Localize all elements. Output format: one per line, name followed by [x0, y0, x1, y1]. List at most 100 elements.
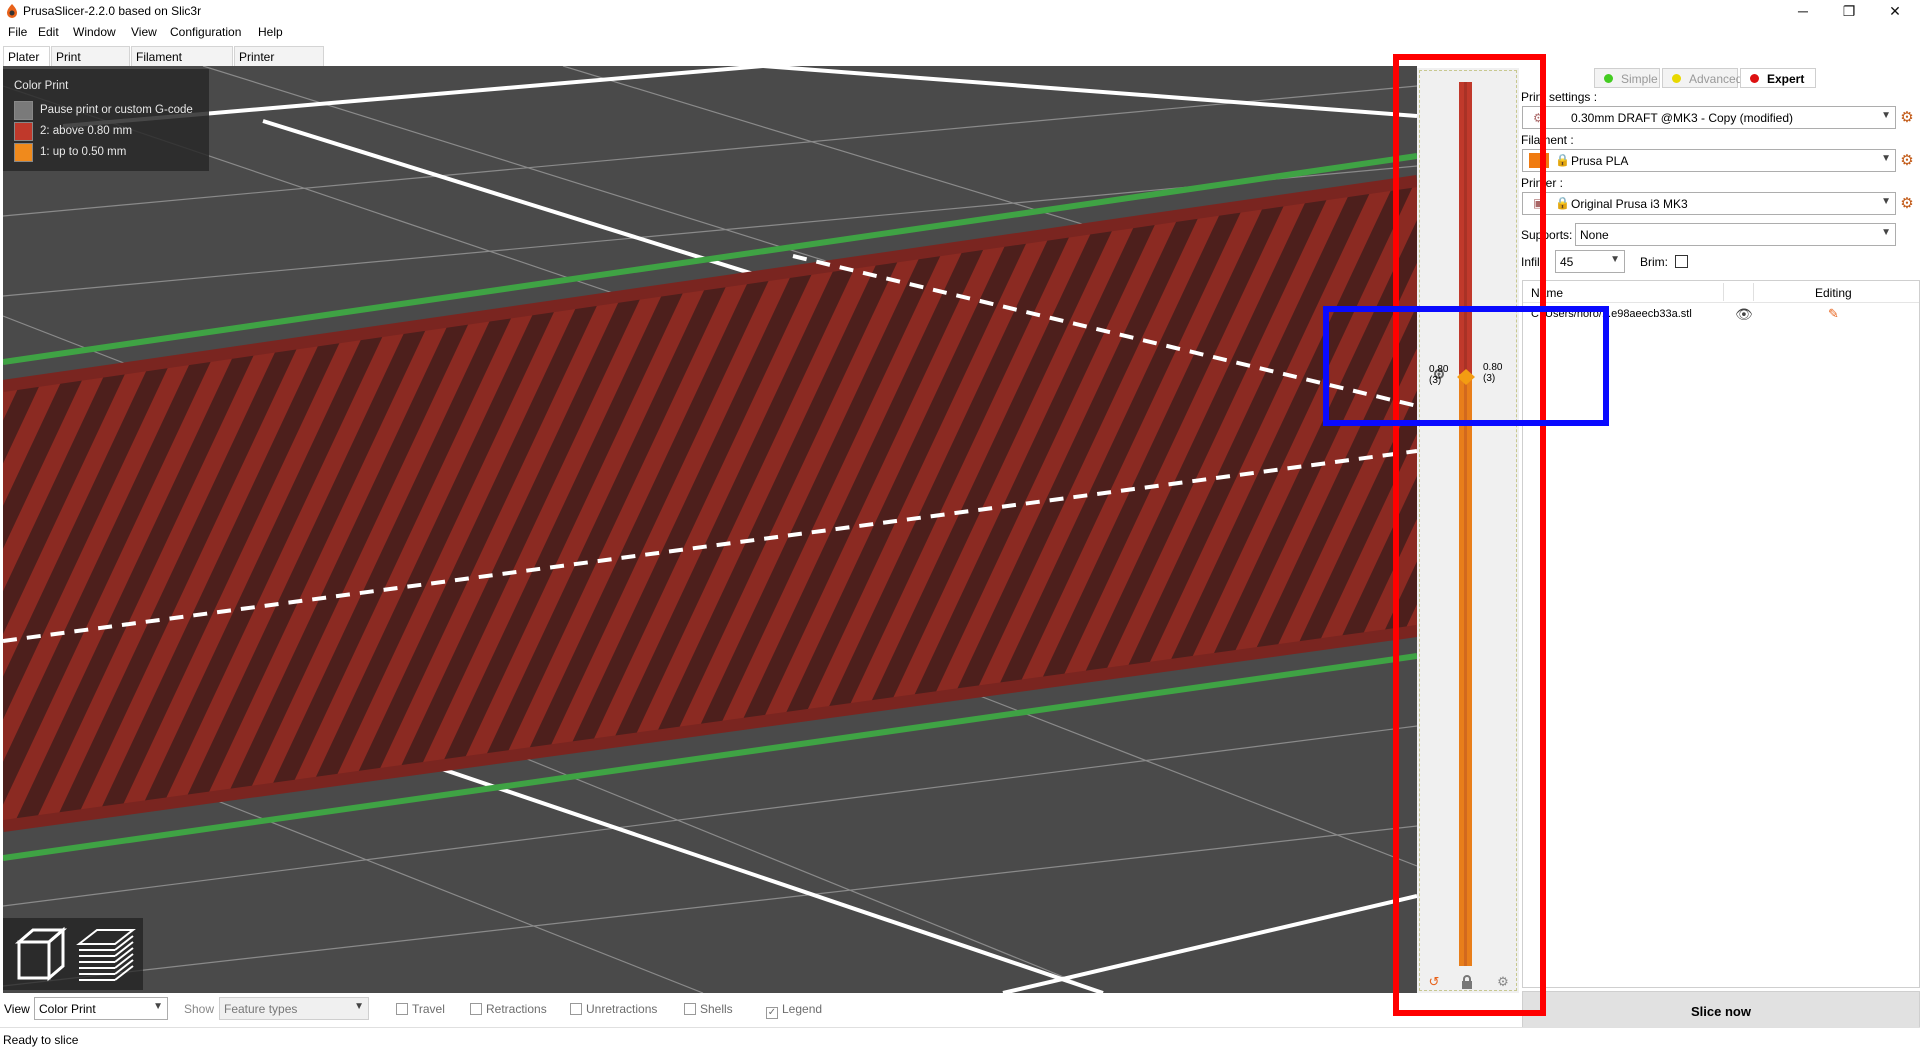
printer-combo[interactable]: ▣ 🔒 Original Prusa i3 MK3 ▼ [1522, 192, 1896, 215]
slider-lower-layer: (3) [1429, 375, 1442, 386]
mode-simple-dot [1604, 74, 1613, 83]
printer-gear-icon[interactable]: ⚙ [1899, 196, 1915, 212]
slider-upper-range-core [1464, 82, 1467, 374]
legend-checkbox[interactable]: ✓ Legend [766, 1002, 822, 1019]
lock-icon: 🔒 [1555, 196, 1570, 210]
3d-viewport[interactable]: Color Print Pause print or custom G-code… [3, 66, 1417, 993]
settings-cog-icon[interactable]: ⚙ [1495, 974, 1511, 990]
print-profile-icon: ⚙ [1533, 111, 1544, 125]
chevron-down-icon: ▼ [1881, 110, 1891, 121]
object-name: C:/Users/horo/...e98aeecb33a.stl [1531, 308, 1692, 320]
shells-label: Shells [700, 1002, 733, 1016]
supports-combo[interactable]: None ▼ [1575, 223, 1896, 246]
slider-upper-thumb[interactable] [1457, 369, 1475, 377]
menu-window[interactable]: Window [73, 25, 116, 39]
legend-toggle-label: Legend [782, 1002, 823, 1016]
chevron-down-icon: ▼ [1610, 254, 1620, 265]
mode-simple-button[interactable]: Simple [1594, 68, 1660, 88]
print-settings-gear-icon[interactable]: ⚙ [1899, 110, 1915, 126]
status-bar: Ready to slice [0, 1027, 1920, 1050]
legend-label: 2: above 0.80 mm [40, 125, 133, 137]
close-button[interactable]: ✕ [1872, 0, 1918, 22]
lock-icon[interactable] [1460, 975, 1474, 990]
object-list[interactable]: Name Editing C:/Users/horo/...e98aeecb33… [1522, 280, 1920, 988]
show-value: Feature types [224, 1002, 298, 1016]
legend-label: 1: up to 0.50 mm [40, 146, 127, 158]
travel-label: Travel [412, 1002, 445, 1016]
lock-icon: 🔒 [1555, 153, 1570, 167]
menu-help[interactable]: Help [258, 25, 283, 39]
printer-label: Printer : [1521, 176, 1564, 190]
tab-print-settings[interactable]: Print Settings [51, 46, 130, 78]
filament-combo[interactable]: 🔒 Prusa PLA ▼ [1522, 149, 1896, 172]
brim-label: Brim: [1640, 255, 1668, 269]
mode-simple-label: Simple [1621, 72, 1658, 86]
layers-view-icon[interactable] [75, 924, 137, 984]
edit-icon[interactable]: ✎ [1828, 306, 1839, 322]
tab-printer-settings[interactable]: Printer Settings [234, 46, 324, 78]
slider-lower-thumb[interactable] [1457, 377, 1475, 385]
checkbox-box [684, 1003, 696, 1015]
brim-checkbox[interactable] [1675, 255, 1688, 268]
restore-button[interactable]: ❐ [1826, 0, 1872, 22]
infill-value: 45 [1560, 255, 1574, 269]
show-combo[interactable]: Feature types ▼ [219, 997, 369, 1020]
column-divider [1753, 283, 1754, 301]
title-bar: PrusaSlicer-2.2.0 based on Slic3r ─ ❐ ✕ [0, 0, 1920, 22]
travel-checkbox[interactable]: Travel [396, 1002, 445, 1016]
show-label: Show [184, 1002, 215, 1016]
mode-expert-dot [1750, 74, 1759, 83]
column-name[interactable]: Name [1531, 286, 1563, 300]
chevron-down-icon: ▼ [1881, 227, 1891, 238]
checkbox-box [570, 1003, 582, 1015]
legend-swatch-red [14, 122, 33, 141]
right-sidebar: Simple Advanced Expert Print settings : … [1519, 66, 1920, 1046]
unretractions-label: Unretractions [586, 1002, 658, 1016]
mode-advanced-button[interactable]: Advanced [1662, 68, 1742, 88]
view-toolbar [3, 918, 143, 990]
shells-checkbox[interactable]: Shells [684, 1002, 733, 1016]
layer-slider[interactable]: 0.80 (3) 0.80 (3) ↺ ⚙ [1417, 68, 1519, 993]
mode-advanced-dot [1672, 74, 1681, 83]
bed-and-model-render [3, 66, 1417, 993]
slider-lower-range-core [1464, 374, 1467, 966]
retractions-label: Retractions [486, 1002, 547, 1016]
checkbox-box [396, 1003, 408, 1015]
minimize-button[interactable]: ─ [1780, 0, 1826, 22]
chevron-down-icon: ▼ [153, 1001, 163, 1012]
filament-color-swatch[interactable] [1529, 153, 1549, 168]
menu-bar: File Edit Window View Configuration Help [0, 22, 1920, 43]
infill-combo[interactable]: 45 ▼ [1555, 250, 1625, 273]
menu-file[interactable]: File [8, 25, 27, 39]
menu-edit[interactable]: Edit [38, 25, 59, 39]
mode-advanced-label: Advanced [1689, 72, 1743, 86]
filament-value: Prusa PLA [1571, 154, 1629, 168]
view-label: View [4, 1002, 30, 1016]
print-settings-combo[interactable]: ⚙ 0.30mm DRAFT @MK3 - Copy (modified) ▼ [1522, 106, 1896, 129]
chevron-down-icon: ▼ [1881, 153, 1891, 164]
filament-gear-icon[interactable]: ⚙ [1899, 153, 1915, 169]
column-editing[interactable]: Editing [1815, 286, 1852, 300]
revert-icon[interactable]: ↺ [1426, 974, 1442, 990]
print-settings-value: 0.30mm DRAFT @MK3 - Copy (modified) [1571, 111, 1794, 125]
view-combo[interactable]: Color Print ▼ [34, 997, 168, 1020]
tab-filament-settings[interactable]: Filament Settings [131, 46, 233, 78]
legend-title: Color Print [14, 80, 69, 92]
color-print-legend: Color Print Pause print or custom G-code… [3, 69, 209, 171]
eye-icon[interactable]: 👁 [1735, 306, 1753, 323]
view-value: Color Print [39, 1002, 96, 1016]
prusa-app-icon [7, 4, 17, 18]
3d-view-icon[interactable] [11, 924, 71, 984]
status-text: Ready to slice [3, 1033, 79, 1047]
legend-swatch-orange [14, 143, 33, 162]
column-divider [1723, 283, 1724, 301]
tab-plater[interactable]: Plater [3, 46, 50, 66]
retractions-checkbox[interactable]: Retractions [470, 1002, 547, 1016]
mode-expert-button[interactable]: Expert [1740, 68, 1816, 88]
menu-view[interactable]: View [131, 25, 157, 39]
unretractions-checkbox[interactable]: Unretractions [570, 1002, 657, 1016]
slider-upper-layer: (3) [1483, 373, 1496, 384]
menu-configuration[interactable]: Configuration [170, 25, 241, 39]
supports-label: Supports: [1521, 228, 1573, 242]
table-row[interactable]: C:/Users/horo/...e98aeecb33a.stl 👁 ✎ [1523, 304, 1919, 326]
